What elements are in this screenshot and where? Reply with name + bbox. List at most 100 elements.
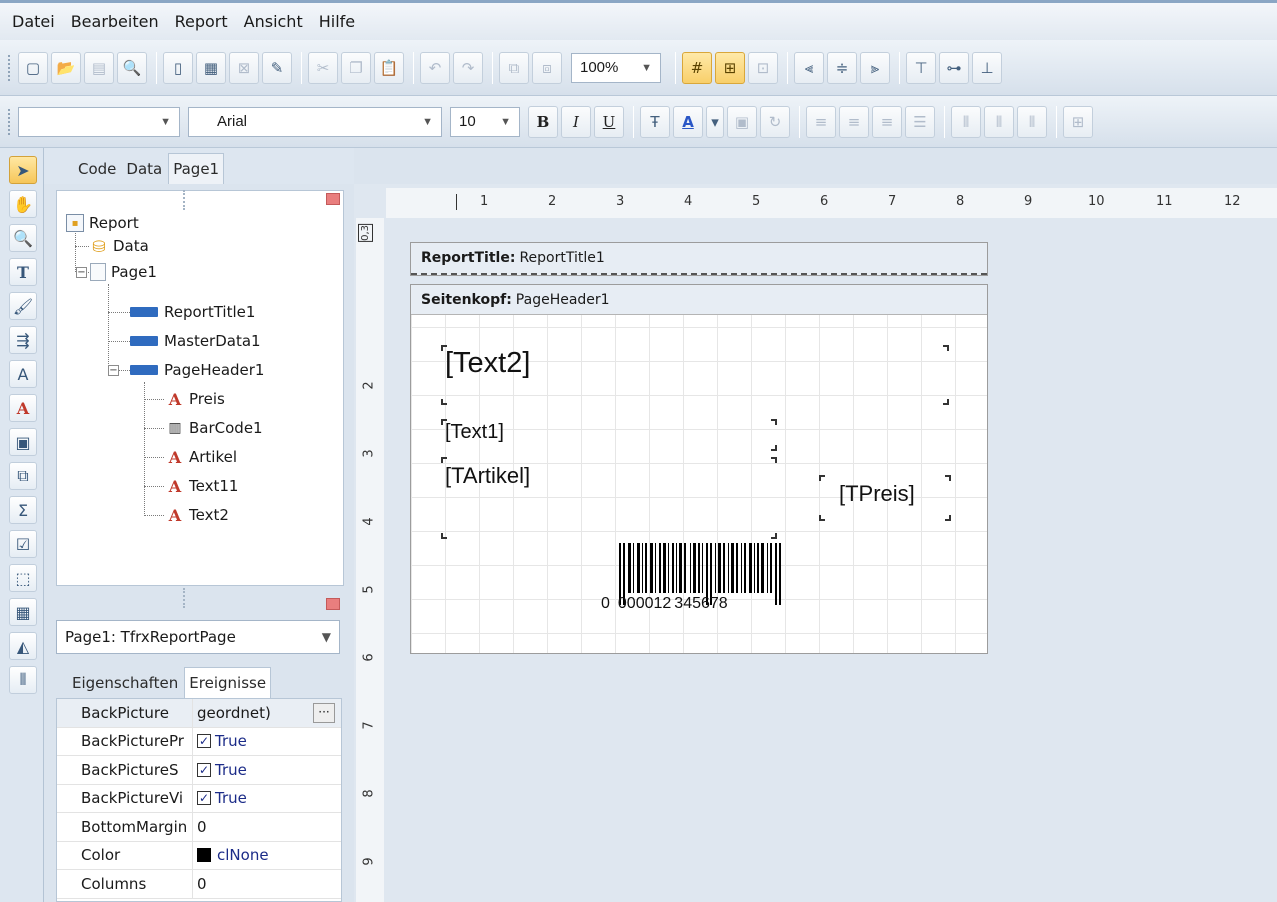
bold-button[interactable]: B	[528, 105, 558, 138]
align-middle-icon[interactable]: ⊶	[939, 51, 969, 84]
align-bottom-icon[interactable]: ⊥	[972, 51, 1002, 84]
collapse-icon[interactable]: −	[76, 267, 87, 278]
delete-page-icon[interactable]: ⊠	[229, 51, 259, 84]
new-icon[interactable]: ▢	[18, 51, 48, 84]
menu-datei[interactable]: Datei	[10, 10, 57, 33]
checkbox-icon[interactable]: ✓	[197, 734, 211, 749]
undo-icon[interactable]: ↶	[420, 51, 450, 84]
checkbox-icon[interactable]: ✓	[197, 762, 211, 777]
ungroup-icon[interactable]: ⧈	[532, 51, 562, 84]
align-left-icon[interactable]: ⫷	[794, 51, 824, 84]
open-icon[interactable]: 📂	[51, 51, 81, 84]
property-row[interactable]: BackPicture geordnet) ···	[57, 699, 341, 728]
new-page-icon[interactable]: ▯	[163, 51, 193, 84]
tpreis-object[interactable]: [TPreis]	[839, 481, 915, 507]
text-align-left-icon[interactable]: ≡	[806, 105, 836, 138]
close-icon[interactable]	[326, 598, 340, 610]
cut-icon[interactable]: ✂	[308, 51, 338, 84]
hand-tool-icon[interactable]: ✋	[9, 190, 37, 218]
chevron-down-icon[interactable]: ▾	[706, 105, 724, 138]
ellipsis-button[interactable]: ···	[313, 702, 335, 723]
sum-tool-icon[interactable]: Σ	[9, 496, 37, 524]
tree-item-artikel[interactable]: A Artikel	[166, 444, 237, 470]
valign-bottom-icon[interactable]: ⦀	[1017, 105, 1047, 138]
text-align-right-icon[interactable]: ≡	[872, 105, 902, 138]
rotation-icon[interactable]: ↻	[760, 105, 790, 138]
page-settings-icon[interactable]: ✎	[262, 51, 292, 84]
property-row[interactable]: BackPictureS ✓ True	[57, 756, 341, 785]
font-size-select[interactable]: 10 ▼	[450, 106, 520, 137]
close-icon[interactable]	[326, 193, 340, 205]
barcode-tool-icon[interactable]: ⦀	[9, 666, 37, 694]
tab-ereignisse[interactable]: Ereignisse	[184, 667, 272, 698]
property-row[interactable]: Columns 0	[57, 870, 341, 899]
menu-report[interactable]: Report	[173, 10, 230, 33]
panel-grip[interactable]	[183, 588, 185, 608]
property-value[interactable]: 0	[193, 818, 341, 836]
valign-middle-icon[interactable]: ⦀	[984, 105, 1014, 138]
tree-item-pageheader1[interactable]: PageHeader1	[130, 357, 264, 383]
chart-tool-icon[interactable]: ◭	[9, 632, 37, 660]
menu-ansicht[interactable]: Ansicht	[242, 10, 305, 33]
property-row[interactable]: Color clNone	[57, 841, 341, 870]
page-header-band[interactable]: Seitenkopf: PageHeader1 [Text2] [Text1] …	[410, 284, 988, 654]
save-icon[interactable]: ▤	[84, 51, 114, 84]
paste-icon[interactable]: 📋	[374, 51, 404, 84]
format-copy-tool-icon[interactable]: 🖌	[9, 292, 37, 320]
tree-item-text11[interactable]: A Text11	[166, 473, 239, 499]
align-center-icon[interactable]: ≑	[827, 51, 857, 84]
preview-icon[interactable]: 🔍	[117, 51, 147, 84]
fit-grid-icon[interactable]: ⊡	[748, 51, 778, 84]
property-value[interactable]: 0	[193, 875, 341, 893]
select-tool-icon[interactable]: ➤	[9, 156, 37, 184]
text-edit-tool-icon[interactable]: T	[9, 258, 37, 286]
tree-item-preis[interactable]: A Preis	[166, 386, 225, 412]
align-right-icon[interactable]: ⫸	[860, 51, 890, 84]
subreport-tool-icon[interactable]: ⧉	[9, 462, 37, 490]
style-select[interactable]: ▼	[18, 106, 180, 137]
group-icon[interactable]: ⧉	[499, 51, 529, 84]
checkbox-tool-icon[interactable]: ☑	[9, 530, 37, 558]
text-align-center-icon[interactable]: ≡	[839, 105, 869, 138]
toolbar-grip[interactable]	[8, 54, 12, 81]
tree-item-masterdata1[interactable]: MasterData1	[130, 328, 261, 354]
text-object-tool-icon[interactable]: A	[9, 360, 37, 388]
redo-icon[interactable]: ↷	[453, 51, 483, 84]
zoom-select[interactable]: 100% ▼	[571, 52, 661, 83]
tree-item-page1[interactable]: Page1	[90, 259, 157, 285]
zoom-tool-icon[interactable]: 🔍	[9, 224, 37, 252]
new-dialog-icon[interactable]: ▦	[196, 51, 226, 84]
property-value[interactable]: clNone	[193, 846, 341, 864]
system-text-tool-icon[interactable]: A	[9, 394, 37, 422]
checkbox-icon[interactable]: ✓	[197, 791, 211, 806]
band-tool-icon[interactable]: ⇶	[9, 326, 37, 354]
copy-icon[interactable]: ❐	[341, 51, 371, 84]
tab-page1[interactable]: Page1	[168, 153, 225, 184]
align-top-icon[interactable]: ⊤	[906, 51, 936, 84]
crosstab-tool-icon[interactable]: ▦	[9, 598, 37, 626]
tree-item-text2[interactable]: A Text2	[166, 502, 229, 528]
picture-tool-icon[interactable]: ▣	[9, 428, 37, 456]
barcode-object[interactable]: 0 000012 345678	[601, 543, 791, 631]
tree-item-reporttitle1[interactable]: ReportTitle1	[130, 299, 255, 325]
tree-item-barcode1[interactable]: ▥ BarCode1	[166, 415, 262, 441]
property-row[interactable]: BackPicturePr ✓ True	[57, 727, 341, 756]
tab-data[interactable]: Data	[122, 154, 166, 184]
tartikel-object[interactable]: [TArtikel]	[445, 463, 530, 489]
font-settings-icon[interactable]: Ŧ	[640, 105, 670, 138]
valign-top-icon[interactable]: ⦀	[951, 105, 981, 138]
show-grid-icon[interactable]: #	[682, 51, 712, 84]
collapse-icon[interactable]: −	[108, 365, 119, 376]
property-row[interactable]: BackPictureVi ✓ True	[57, 784, 341, 813]
toolbar-grip[interactable]	[8, 108, 12, 135]
underline-button[interactable]: U	[594, 105, 624, 138]
font-color-icon[interactable]: A	[673, 105, 703, 138]
property-row[interactable]: BottomMargin 0	[57, 813, 341, 842]
tab-code[interactable]: Code	[74, 154, 120, 184]
report-title-band[interactable]: ReportTitle: ReportTitle1	[410, 242, 988, 276]
frame-icon[interactable]: ⊞	[1063, 105, 1093, 138]
shape-tool-icon[interactable]: ⬚	[9, 564, 37, 592]
object-selector[interactable]: Page1: TfrxReportPage ▼	[56, 620, 340, 654]
italic-button[interactable]: I	[561, 105, 591, 138]
property-value[interactable]: ✓ True	[193, 761, 341, 779]
